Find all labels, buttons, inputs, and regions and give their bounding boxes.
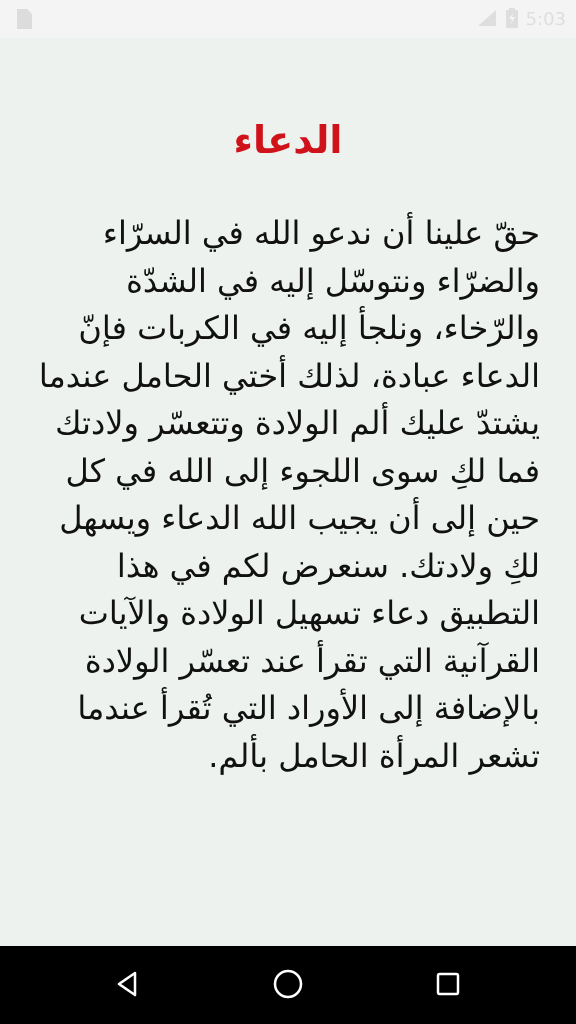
status-time: 5:03	[525, 8, 566, 30]
signal-icon	[476, 8, 498, 31]
recents-button[interactable]	[422, 960, 474, 1012]
back-button[interactable]	[102, 960, 154, 1012]
content-area: الدعاء حقّ علينا أن ندعو الله في السرّاء…	[0, 38, 576, 946]
page-title: الدعاء	[233, 118, 343, 162]
battery-charging-icon	[505, 7, 518, 31]
status-icons: 5:03	[476, 0, 566, 38]
recents-icon	[434, 970, 462, 1002]
navigation-bar	[0, 946, 576, 1024]
home-icon	[272, 968, 304, 1004]
body-text: حقّ علينا أن ندعو الله في السرّاء والضرّ…	[38, 214, 540, 775]
home-button[interactable]	[262, 960, 314, 1012]
image-notification-icon	[14, 8, 34, 30]
back-icon	[113, 969, 143, 1003]
status-bar: 5:03	[0, 0, 576, 38]
